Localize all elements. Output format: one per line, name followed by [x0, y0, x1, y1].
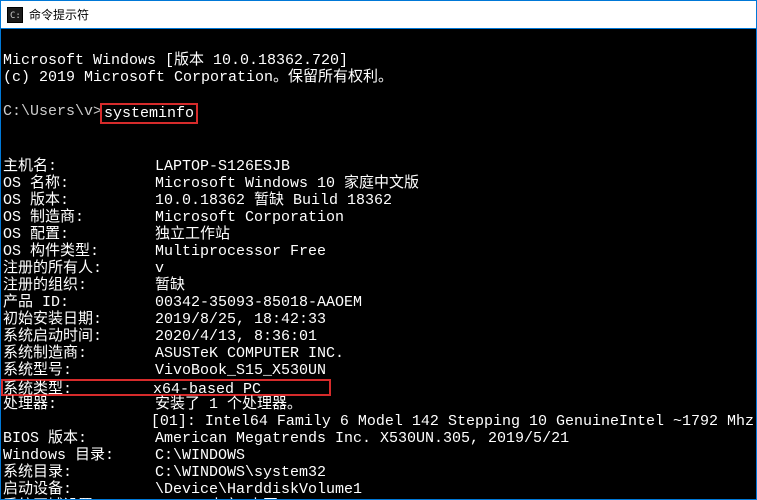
info-row: OS 版本:10.0.18362 暂缺 Build 18362 — [3, 192, 754, 209]
info-label: 系统目录: — [3, 464, 155, 481]
info-row: 注册的组织:暂缺 — [3, 277, 754, 294]
systeminfo-rows-2: BIOS 版本:American Megatrends Inc. X530UN.… — [3, 430, 754, 499]
info-label: 注册的组织: — [3, 277, 155, 294]
info-row: 系统启动时间:2020/4/13, 8:36:01 — [3, 328, 754, 345]
info-value: x64-based PC — [153, 381, 261, 394]
info-label: OS 名称: — [3, 175, 155, 192]
info-row: 主机名:LAPTOP-S126ESJB — [3, 158, 754, 175]
cmd-icon: C: — [7, 7, 23, 23]
info-label: 处理器: — [3, 396, 155, 413]
info-label: OS 构件类型: — [3, 243, 155, 260]
info-label: BIOS 版本: — [3, 430, 155, 447]
command-prompt-window: C: 命令提示符 Microsoft Windows [版本 10.0.1836… — [0, 0, 757, 500]
command-text: systeminfo — [104, 105, 194, 122]
info-row: Windows 目录:C:\WINDOWS — [3, 447, 754, 464]
info-label: 注册的所有人: — [3, 260, 155, 277]
window-title: 命令提示符 — [29, 6, 89, 23]
info-value: ASUSTeK COMPUTER INC. — [155, 345, 344, 362]
info-value: VivoBook_S15_X530UN — [155, 362, 326, 379]
info-label: 系统启动时间: — [3, 328, 155, 345]
info-row: 启动设备:\Device\HarddiskVolume1 — [3, 481, 754, 498]
info-row: OS 制造商:Microsoft Corporation — [3, 209, 754, 226]
info-label: OS 配置: — [3, 226, 155, 243]
systeminfo-rows: 主机名:LAPTOP-S126ESJBOS 名称:Microsoft Windo… — [3, 158, 754, 413]
info-label: 启动设备: — [3, 481, 155, 498]
svg-text:C:: C: — [10, 11, 21, 21]
info-label: 产品 ID: — [3, 294, 155, 311]
info-value: zh-cn;中文(中国) — [155, 498, 287, 499]
header-line-2: (c) 2019 Microsoft Corporation。保留所有权利。 — [3, 69, 393, 86]
info-label: 主机名: — [3, 158, 155, 175]
info-row: OS 构件类型:Multiprocessor Free — [3, 243, 754, 260]
titlebar[interactable]: C: 命令提示符 — [1, 1, 756, 29]
info-label: Windows 目录: — [3, 447, 155, 464]
info-value: v — [155, 260, 164, 277]
cpu-detail: [01]: Intel64 Family 6 Model 142 Steppin… — [151, 413, 754, 430]
info-row: 系统目录:C:\WINDOWS\system32 — [3, 464, 754, 481]
info-label: 初始安装日期: — [3, 311, 155, 328]
info-value: LAPTOP-S126ESJB — [155, 158, 290, 175]
console-output[interactable]: Microsoft Windows [版本 10.0.18362.720] (c… — [1, 29, 756, 499]
info-value: 安装了 1 个处理器。 — [155, 396, 302, 413]
info-value: Microsoft Corporation — [155, 209, 344, 226]
info-value: C:\WINDOWS\system32 — [155, 464, 326, 481]
info-value: Microsoft Windows 10 家庭中文版 — [155, 175, 419, 192]
info-row: 系统类型:x64-based PC — [1, 379, 331, 396]
info-row: 系统区域设置:zh-cn;中文(中国) — [3, 498, 754, 499]
info-value: 2019/8/25, 18:42:33 — [155, 311, 326, 328]
cpu-detail-row: [01]: Intel64 Family 6 Model 142 Steppin… — [3, 413, 754, 430]
info-row: 初始安装日期:2019/8/25, 18:42:33 — [3, 311, 754, 328]
info-label: 系统型号: — [3, 362, 155, 379]
info-value: C:\WINDOWS — [155, 447, 245, 464]
info-row: OS 配置:独立工作站 — [3, 226, 754, 243]
info-value: 2020/4/13, 8:36:01 — [155, 328, 317, 345]
info-value: 00342-35093-85018-AAOEM — [155, 294, 362, 311]
info-row: 产品 ID:00342-35093-85018-AAOEM — [3, 294, 754, 311]
info-row: 注册的所有人:v — [3, 260, 754, 277]
info-row: 系统制造商:ASUSTeK COMPUTER INC. — [3, 345, 754, 362]
prompt-line: C:\Users\v>systeminfo — [3, 103, 754, 124]
info-value: American Megatrends Inc. X530UN.305, 201… — [155, 430, 569, 447]
info-label: 系统制造商: — [3, 345, 155, 362]
info-label: OS 制造商: — [3, 209, 155, 226]
info-label: 系统区域设置: — [3, 498, 155, 499]
header-line-1: Microsoft Windows [版本 10.0.18362.720] — [3, 52, 348, 69]
info-row: OS 名称:Microsoft Windows 10 家庭中文版 — [3, 175, 754, 192]
command-highlight: systeminfo — [100, 103, 198, 124]
info-row: 系统型号:VivoBook_S15_X530UN — [3, 362, 754, 379]
info-value: \Device\HarddiskVolume1 — [155, 481, 362, 498]
info-row: 处理器:安装了 1 个处理器。 — [3, 396, 754, 413]
prompt-prefix: C:\Users\v> — [3, 103, 102, 120]
info-value: 10.0.18362 暂缺 Build 18362 — [155, 192, 392, 209]
info-value: 独立工作站 — [155, 226, 230, 243]
info-value: Multiprocessor Free — [155, 243, 326, 260]
info-row: BIOS 版本:American Megatrends Inc. X530UN.… — [3, 430, 754, 447]
info-label: 系统类型: — [3, 381, 153, 394]
info-label: OS 版本: — [3, 192, 155, 209]
info-value: 暂缺 — [155, 277, 185, 294]
